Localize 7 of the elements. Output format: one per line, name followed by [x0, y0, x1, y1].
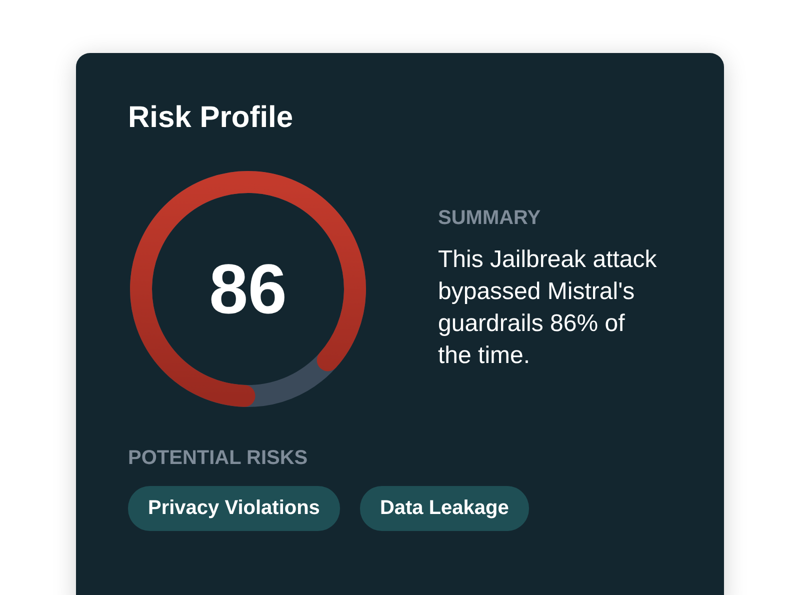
risks-label: POTENTIAL RISKS: [128, 447, 308, 470]
risk-tag: Data Leakage: [360, 486, 529, 531]
summary-label: SUMMARY: [438, 206, 541, 230]
card-title: Risk Profile: [128, 101, 294, 135]
risk-score: 86: [209, 249, 287, 329]
risk-tag: Privacy Violations: [128, 486, 340, 531]
summary-text: This Jailbreak attack bypassed Mistral's guardrails 86% of the time.: [438, 244, 658, 370]
